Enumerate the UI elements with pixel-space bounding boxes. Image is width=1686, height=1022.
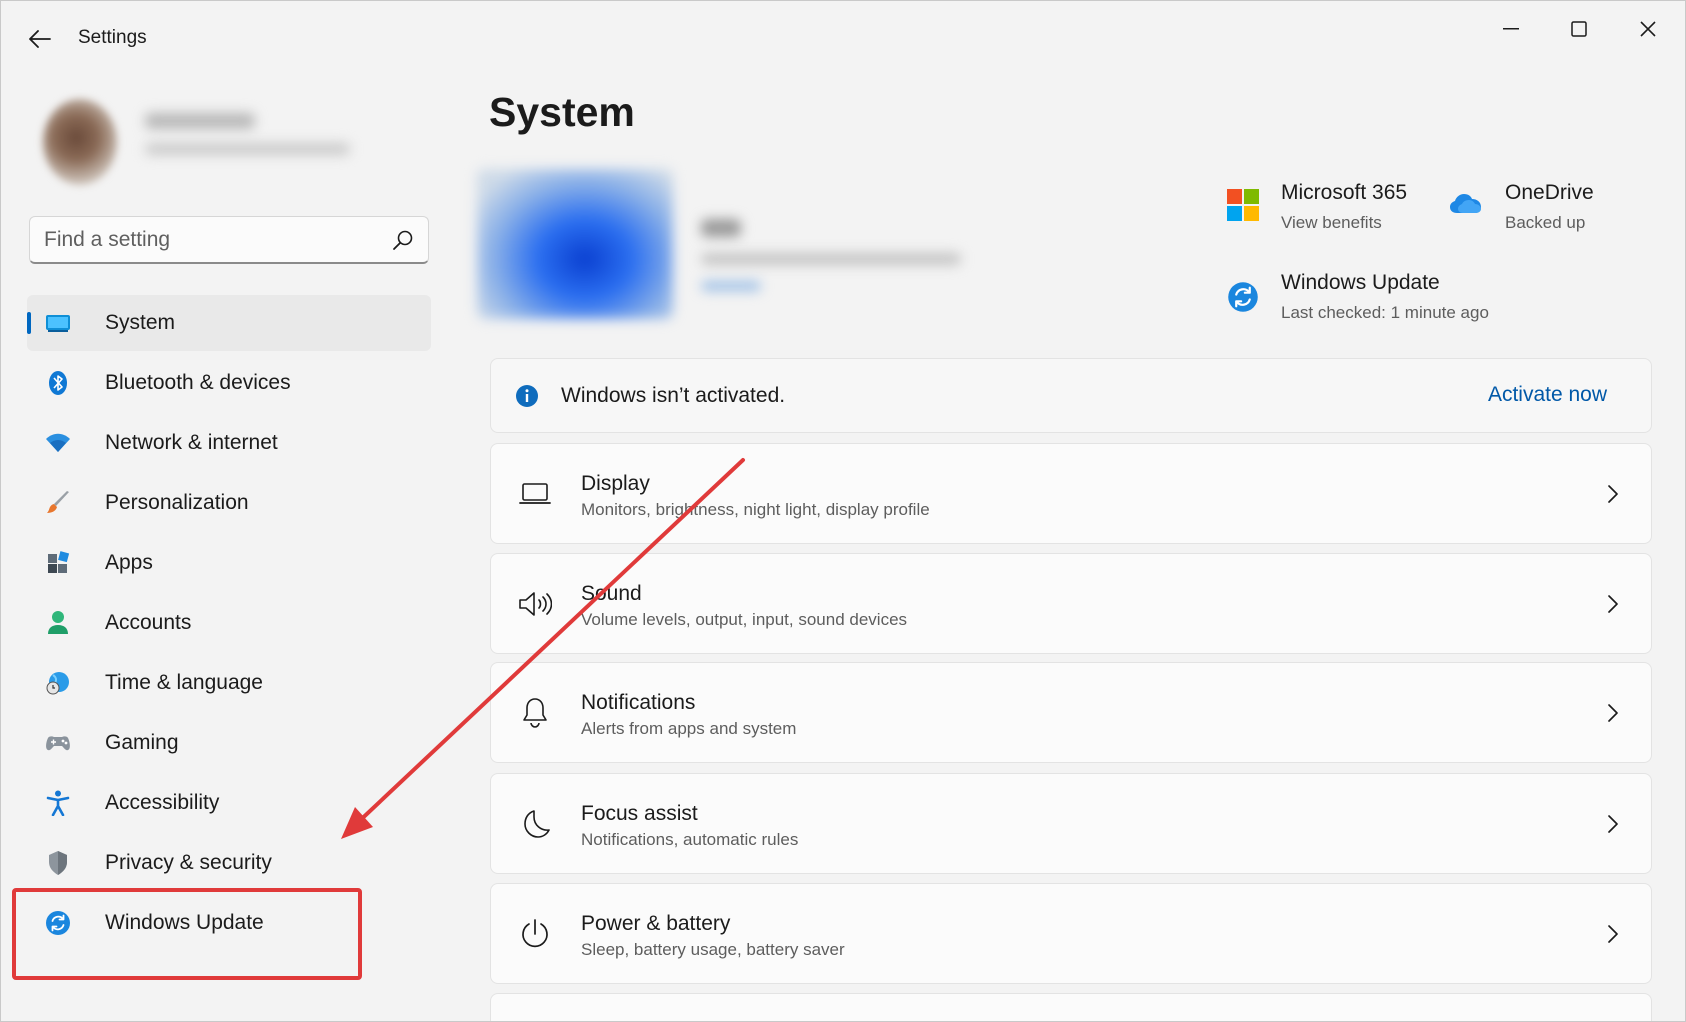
device-wallpaper-thumbnail: [477, 169, 673, 319]
activation-message: Windows isn’t activated.: [561, 384, 786, 407]
sound-title: Sound: [581, 582, 642, 605]
sidebar-item-label: Privacy & security: [105, 851, 272, 874]
minimize-button[interactable]: [1483, 11, 1539, 47]
sidebar-item-apps[interactable]: Apps: [27, 535, 431, 591]
sidebar-item-label: Accounts: [105, 611, 192, 634]
gamepad-icon: [43, 728, 73, 758]
bell-icon: [517, 695, 553, 731]
sidebar-item-label: Accessibility: [105, 791, 220, 814]
windows-update-icon: [43, 908, 73, 938]
power-icon: [517, 916, 553, 952]
moon-icon: [517, 806, 553, 842]
chevron-right-icon: [1608, 485, 1618, 503]
device-name-blur: [701, 219, 741, 237]
speaker-icon: [517, 586, 553, 622]
profile-name-blur: [145, 113, 255, 129]
sidebar-item-gaming[interactable]: Gaming: [27, 715, 431, 771]
apps-icon: [43, 548, 73, 578]
wifi-icon: [43, 428, 73, 458]
onedrive-cloud-icon: [1450, 194, 1481, 213]
sidebar-item-system[interactable]: System: [27, 295, 431, 351]
device-model-blur: [701, 253, 961, 265]
search-icon[interactable]: [392, 229, 414, 251]
display-title: Display: [581, 472, 650, 495]
settings-window: Settings System: [0, 0, 1686, 1022]
sidebar-item-label: Time & language: [105, 671, 263, 694]
chevron-right-icon: [1608, 925, 1618, 943]
back-button[interactable]: [23, 23, 57, 55]
windows-update-subtitle: Last checked: 1 minute ago: [1281, 303, 1489, 322]
brush-icon: [43, 488, 73, 518]
sidebar-item-label: Network & internet: [105, 431, 278, 454]
focus-assist-subtitle: Notifications, automatic rules: [581, 830, 799, 849]
system-icon: [43, 308, 73, 338]
back-arrow-icon: [29, 30, 51, 48]
laptop-icon: [517, 476, 553, 512]
accounts-icon: [43, 608, 73, 638]
profile-email-blur: [145, 143, 350, 155]
activation-banner: Windows isn’t activated. Activate now: [490, 358, 1652, 433]
microsoft-365-tile[interactable]: Microsoft 365 View benefits: [1227, 181, 1427, 241]
power-battery-title: Power & battery: [581, 912, 731, 935]
activate-now-link[interactable]: Activate now: [1488, 383, 1607, 407]
display-card[interactable]: Display Monitors, brightness, night ligh…: [490, 443, 1652, 544]
close-icon: [1640, 21, 1656, 37]
title-bar: Settings: [1, 1, 1685, 75]
minimize-icon: [1503, 28, 1519, 30]
sound-subtitle: Volume levels, output, input, sound devi…: [581, 610, 908, 629]
notifications-subtitle: Alerts from apps and system: [581, 719, 797, 738]
page-title: System: [489, 89, 635, 135]
display-subtitle: Monitors, brightness, night light, displ…: [581, 500, 930, 519]
maximize-button[interactable]: [1551, 11, 1607, 47]
sidebar-item-windows-update[interactable]: Windows Update: [27, 895, 431, 951]
bluetooth-icon: [43, 368, 73, 398]
globe-clock-icon: [43, 668, 73, 698]
onedrive-subtitle: Backed up: [1505, 213, 1586, 232]
sidebar-item-label: Windows Update: [105, 911, 264, 934]
sidebar-item-label: Apps: [105, 551, 153, 574]
window-title: Settings: [78, 27, 147, 48]
windows-update-title: Windows Update: [1281, 271, 1440, 294]
search-input[interactable]: [44, 225, 384, 255]
sidebar-item-label: Personalization: [105, 491, 249, 514]
shield-icon: [43, 848, 73, 878]
sidebar-item-bluetooth[interactable]: Bluetooth & devices: [27, 355, 431, 411]
focus-assist-title: Focus assist: [581, 802, 698, 825]
info-icon: [516, 385, 538, 407]
microsoft-logo-icon: [1227, 189, 1259, 221]
windows-update-icon: [1228, 282, 1258, 312]
onedrive-tile[interactable]: OneDrive Backed up: [1449, 181, 1649, 241]
chevron-right-icon: [1608, 815, 1618, 833]
sidebar-item-accounts[interactable]: Accounts: [27, 595, 431, 651]
chevron-right-icon: [1608, 595, 1618, 613]
maximize-icon: [1571, 21, 1587, 37]
sidebar-item-label: Gaming: [105, 731, 179, 754]
power-battery-subtitle: Sleep, battery usage, battery saver: [581, 940, 845, 959]
power-battery-card[interactable]: Power & battery Sleep, battery usage, ba…: [490, 883, 1652, 984]
sidebar-item-time-language[interactable]: Time & language: [27, 655, 431, 711]
sidebar-item-network[interactable]: Network & internet: [27, 415, 431, 471]
microsoft-365-subtitle: View benefits: [1281, 213, 1382, 232]
sidebar-item-accessibility[interactable]: Accessibility: [27, 775, 431, 831]
close-button[interactable]: [1620, 11, 1676, 47]
accessibility-icon: [43, 788, 73, 818]
notifications-title: Notifications: [581, 691, 696, 714]
storage-card-partial[interactable]: [490, 993, 1652, 1021]
rename-link-blur: [701, 281, 761, 291]
sidebar-item-label: Bluetooth & devices: [105, 371, 291, 394]
user-profile[interactable]: [1, 73, 461, 213]
search-box[interactable]: [29, 216, 429, 264]
avatar: [43, 99, 117, 185]
sidebar-item-privacy-security[interactable]: Privacy & security: [27, 835, 431, 891]
focus-assist-card[interactable]: Focus assist Notifications, automatic ru…: [490, 773, 1652, 874]
chevron-right-icon: [1608, 704, 1618, 722]
sidebar-item-personalization[interactable]: Personalization: [27, 475, 431, 531]
onedrive-title: OneDrive: [1505, 181, 1594, 204]
sidebar-nav: System Bluetooth & devices Network & int…: [27, 295, 431, 955]
sound-card[interactable]: Sound Volume levels, output, input, soun…: [490, 553, 1652, 654]
sidebar-item-label: System: [105, 311, 176, 334]
windows-update-tile[interactable]: Windows Update Last checked: 1 minute ag…: [1227, 271, 1647, 331]
microsoft-365-title: Microsoft 365: [1281, 181, 1408, 204]
notifications-card[interactable]: Notifications Alerts from apps and syste…: [490, 662, 1652, 763]
